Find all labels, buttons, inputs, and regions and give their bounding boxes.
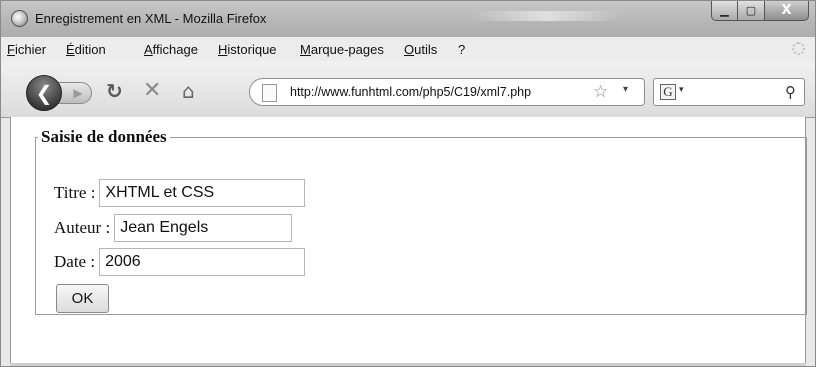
author-input[interactable] — [114, 214, 293, 242]
firefox-icon — [11, 10, 28, 27]
title-row: Titre : — [54, 179, 306, 207]
close-button[interactable]: X — [765, 1, 809, 21]
loading-throbber-icon — [792, 42, 805, 55]
title-input[interactable] — [99, 179, 306, 207]
menu-help[interactable]: ? — [458, 42, 465, 57]
date-label: Date : — [54, 252, 96, 271]
star-icon[interactable]: ☆ — [593, 82, 608, 102]
forward-arrow-icon: ▶ — [73, 86, 83, 100]
menu-affichage[interactable]: Affichage — [144, 42, 198, 57]
title-bar[interactable]: Enregistrement en XML - Mozilla Firefox … — [1, 1, 815, 37]
maximize-button[interactable]: ▢ — [738, 1, 765, 21]
page-content: Saisie de données Titre : Auteur : Date … — [10, 117, 807, 366]
menu-fichier[interactable]: Fichier — [7, 42, 46, 57]
date-input[interactable] — [99, 248, 306, 276]
back-arrow-icon: ❮ — [35, 81, 53, 105]
window-controls: ▁ ▢ X — [711, 1, 809, 23]
author-row: Auteur : — [54, 214, 293, 242]
home-icon[interactable]: ⌂ — [182, 81, 195, 101]
minimize-button[interactable]: ▁ — [711, 1, 738, 21]
ok-button[interactable]: OK — [56, 284, 109, 313]
data-entry-fieldset: Saisie de données Titre : Auteur : Date … — [35, 127, 807, 315]
reload-icon[interactable]: ↻ — [106, 81, 123, 101]
address-bar[interactable]: http://www.funhtml.com/php5/C19/xml7.php… — [249, 78, 645, 106]
menu-bar: Fichier Édition Affichage Historique Mar… — [1, 37, 815, 61]
browser-window: Enregistrement en XML - Mozilla Firefox … — [0, 0, 816, 367]
search-icon[interactable]: ⚲ — [785, 83, 796, 101]
google-icon[interactable]: G — [660, 84, 676, 100]
title-bar-glare — [471, 11, 621, 21]
date-row: Date : — [54, 248, 306, 276]
author-label: Auteur : — [54, 218, 111, 237]
menu-outils[interactable]: Outils — [404, 42, 437, 57]
menu-historique[interactable]: Historique — [218, 42, 277, 57]
title-label: Titre : — [54, 183, 96, 202]
back-button[interactable]: ❮ — [26, 75, 62, 111]
stop-icon[interactable]: ✕ — [143, 80, 161, 102]
url-dropdown-icon[interactable]: ▾ — [623, 84, 628, 95]
search-bar[interactable]: G ▾ ⚲ — [653, 78, 805, 106]
search-engine-dropdown-icon[interactable]: ▾ — [679, 85, 684, 95]
fieldset-legend: Saisie de données — [41, 127, 167, 146]
window-title: Enregistrement en XML - Mozilla Firefox — [35, 11, 267, 26]
status-bar — [10, 363, 806, 366]
page-icon — [262, 84, 277, 102]
navigation-toolbar: ▶ ❮ ↻ ✕ ⌂ http://www.funhtml.com/php5/C1… — [1, 61, 815, 118]
forward-button[interactable]: ▶ — [58, 82, 92, 104]
menu-edition[interactable]: Édition — [66, 42, 106, 57]
url-text[interactable]: http://www.funhtml.com/php5/C19/xml7.php — [290, 85, 531, 99]
menu-marque-pages[interactable]: Marque-pages — [300, 42, 384, 57]
